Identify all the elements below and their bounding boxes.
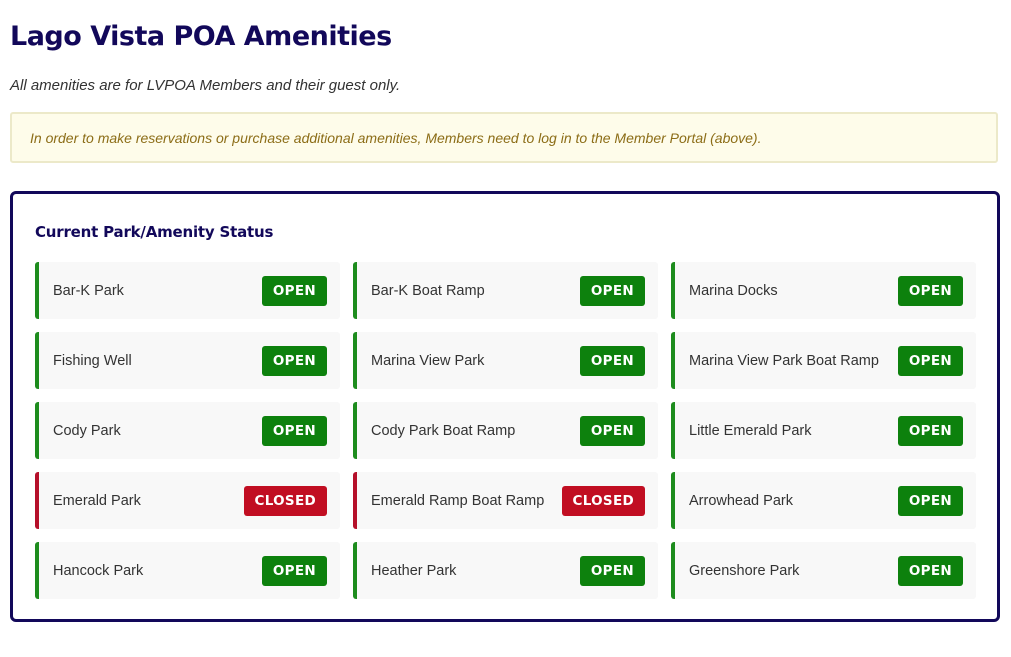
- status-badge: OPEN: [579, 275, 645, 306]
- amenity-card-marina-view-park-boat-ramp: Marina View Park Boat Ramp OPEN: [671, 332, 976, 389]
- status-badge: OPEN: [897, 275, 963, 306]
- member-portal-notice: In order to make reservations or purchas…: [10, 112, 998, 163]
- amenity-name: Bar-K Boat Ramp: [371, 282, 485, 299]
- amenity-card-greenshore-park: Greenshore Park OPEN: [671, 542, 976, 599]
- amenity-name: Greenshore Park: [689, 562, 800, 579]
- status-badge: OPEN: [579, 415, 645, 446]
- amenity-name: Fishing Well: [53, 352, 132, 369]
- status-badge: OPEN: [897, 415, 963, 446]
- status-panel-title: Current Park/Amenity Status: [35, 223, 274, 241]
- amenity-card-arrowhead-park: Arrowhead Park OPEN: [671, 472, 976, 529]
- amenity-name: Marina View Park: [371, 352, 485, 369]
- amenity-name: Arrowhead Park: [689, 492, 793, 509]
- status-badge: OPEN: [261, 555, 327, 586]
- page-subtitle: All amenities are for LVPOA Members and …: [10, 77, 401, 94]
- amenity-card-fishing-well: Fishing Well OPEN: [35, 332, 340, 389]
- amenity-card-hancock-park: Hancock Park OPEN: [35, 542, 340, 599]
- amenity-card-little-emerald-park: Little Emerald Park OPEN: [671, 402, 976, 459]
- status-badge: OPEN: [261, 275, 327, 306]
- amenity-name: Cody Park: [53, 422, 121, 439]
- amenity-card-cody-park-boat-ramp: Cody Park Boat Ramp OPEN: [353, 402, 658, 459]
- amenity-status-panel: Current Park/Amenity Status Bar-K Park OP…: [10, 191, 1000, 622]
- amenity-name: Hancock Park: [53, 562, 144, 579]
- amenity-name: Heather Park: [371, 562, 457, 579]
- amenity-card-emerald-ramp-boat-ramp: Emerald Ramp Boat Ramp CLOSED: [353, 472, 658, 529]
- status-badge: OPEN: [897, 485, 963, 516]
- amenity-name: Emerald Ramp Boat Ramp: [371, 492, 545, 509]
- amenity-card-cody-park: Cody Park OPEN: [35, 402, 340, 459]
- amenity-name: Marina View Park Boat Ramp: [689, 352, 879, 369]
- amenity-name: Little Emerald Park: [689, 422, 812, 439]
- amenity-card-marina-docks: Marina Docks OPEN: [671, 262, 976, 319]
- amenity-name: Emerald Park: [53, 492, 141, 509]
- amenity-status-grid: Bar-K Park OPEN Bar-K Boat Ramp OPEN Marina …: [35, 262, 976, 599]
- amenity-card-heather-park: Heather Park OPEN: [353, 542, 658, 599]
- status-badge: CLOSED: [561, 485, 645, 516]
- status-badge: OPEN: [897, 555, 963, 586]
- notice-text: In order to make reservations or purchas…: [30, 129, 762, 146]
- amenity-name: Bar-K Park: [53, 282, 124, 299]
- status-badge: OPEN: [261, 345, 327, 376]
- page-title: Lago Vista POA Amenities: [10, 21, 392, 52]
- amenity-card-marina-view-park: Marina View Park OPEN: [353, 332, 658, 389]
- amenity-card-emerald-park: Emerald Park CLOSED: [35, 472, 340, 529]
- amenity-card-bar-k-boat-ramp: Bar-K Boat Ramp OPEN: [353, 262, 658, 319]
- status-badge: OPEN: [579, 345, 645, 376]
- status-badge: OPEN: [579, 555, 645, 586]
- amenity-name: Cody Park Boat Ramp: [371, 422, 516, 439]
- amenity-name: Marina Docks: [689, 282, 778, 299]
- amenity-card-bar-k-park: Bar-K Park OPEN: [35, 262, 340, 319]
- status-badge: CLOSED: [243, 485, 327, 516]
- status-badge: OPEN: [261, 415, 327, 446]
- status-badge: OPEN: [897, 345, 963, 376]
